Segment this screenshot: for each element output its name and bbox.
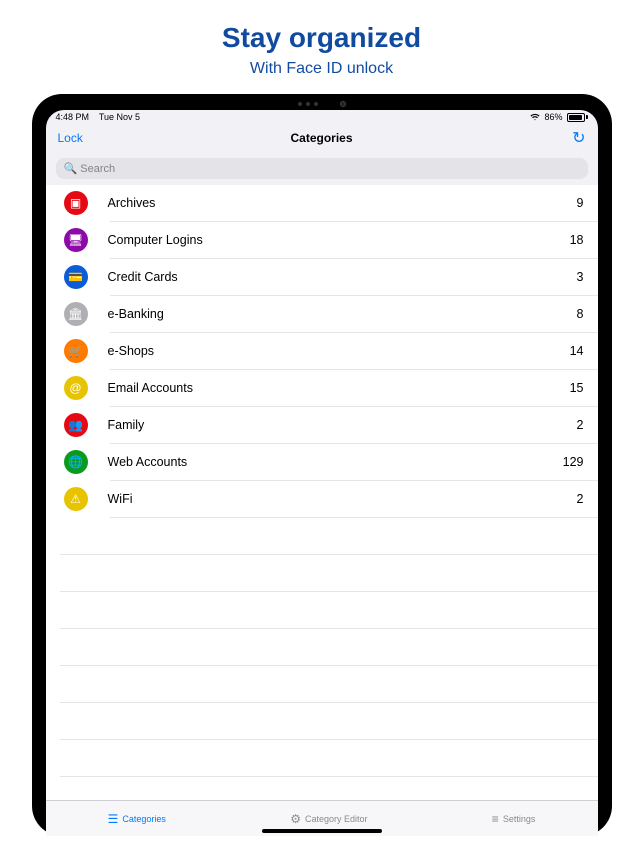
- banner-title: Stay organized: [0, 22, 643, 54]
- family-icon: 👥: [64, 413, 88, 437]
- lock-button[interactable]: Lock: [58, 131, 83, 145]
- category-count: 15: [570, 381, 584, 395]
- category-count: 3: [577, 270, 584, 284]
- page-title: Categories: [290, 131, 352, 145]
- category-label: e-Shops: [108, 344, 570, 358]
- empty-row: [46, 666, 598, 702]
- category-row[interactable]: 🛒 e-Shops14: [46, 333, 598, 369]
- empty-row: [46, 518, 598, 554]
- editor-icon: ⚙: [290, 812, 301, 826]
- device-screen: 4:48 PM Tue Nov 5 86% Lock Categories ↻ …: [46, 110, 598, 836]
- status-time: 4:48 PM: [56, 112, 90, 122]
- empty-row: [46, 629, 598, 665]
- category-label: Email Accounts: [108, 381, 570, 395]
- category-list[interactable]: ▣ Archives9 🖥 Computer Logins18 💳 Credit Card…: [46, 185, 598, 800]
- wifi-status-icon: [530, 112, 540, 122]
- tab-categories[interactable]: ☰Categories: [108, 812, 166, 826]
- cart-icon: 🛒: [64, 339, 88, 363]
- category-count: 129: [563, 455, 584, 469]
- category-row[interactable]: ▣ Archives9: [46, 185, 598, 221]
- category-row[interactable]: ⚠ WiFi2: [46, 481, 598, 517]
- battery-icon: [567, 113, 588, 122]
- bank-icon: 🏛: [64, 302, 88, 326]
- battery-percent: 86%: [544, 112, 562, 122]
- category-label: Archives: [108, 196, 577, 210]
- tab-settings[interactable]: ≡ Settings: [492, 812, 536, 826]
- category-label: Computer Logins: [108, 233, 570, 247]
- ipad-frame: 4:48 PM Tue Nov 5 86% Lock Categories ↻ …: [32, 94, 612, 836]
- at-icon: @: [64, 376, 88, 400]
- tab-category-editor[interactable]: ⚙ Category Editor: [290, 812, 367, 826]
- category-count: 8: [577, 307, 584, 321]
- search-icon: 🔍: [64, 163, 78, 175]
- banner-subtitle: With Face ID unlock: [0, 60, 643, 78]
- category-row[interactable]: 🌐 Web Accounts129: [46, 444, 598, 480]
- archive-icon: ▣: [64, 191, 88, 215]
- category-count: 14: [570, 344, 584, 358]
- category-label: WiFi: [108, 492, 577, 506]
- list-icon: ☰: [108, 812, 119, 826]
- home-indicator[interactable]: [262, 829, 382, 833]
- device-sensors: [298, 101, 346, 107]
- category-row[interactable]: 👥 Family2: [46, 407, 598, 443]
- tab-label: Settings: [503, 814, 536, 824]
- category-label: e-Banking: [108, 307, 577, 321]
- wifi-icon: ⚠: [64, 487, 88, 511]
- category-row[interactable]: 💳 Credit Cards3: [46, 259, 598, 295]
- category-label: Credit Cards: [108, 270, 577, 284]
- refresh-button[interactable]: ↻: [572, 128, 585, 148]
- category-label: Web Accounts: [108, 455, 563, 469]
- empty-row: [46, 777, 598, 800]
- category-count: 18: [570, 233, 584, 247]
- category-count: 2: [577, 492, 584, 506]
- computer-icon: 🖥: [64, 228, 88, 252]
- empty-row: [46, 740, 598, 776]
- tab-label: Category Editor: [305, 814, 368, 824]
- empty-row: [46, 703, 598, 739]
- empty-row: [46, 555, 598, 591]
- category-row[interactable]: 🏛 e-Banking8: [46, 296, 598, 332]
- status-bar: 4:48 PM Tue Nov 5 86%: [46, 110, 598, 122]
- nav-bar: Lock Categories ↻: [46, 122, 598, 156]
- category-count: 9: [577, 196, 584, 210]
- search-placeholder: Search: [80, 163, 115, 175]
- category-count: 2: [577, 418, 584, 432]
- status-date: Tue Nov 5: [99, 112, 140, 122]
- category-row[interactable]: @ Email Accounts15: [46, 370, 598, 406]
- category-row[interactable]: 🖥 Computer Logins18: [46, 222, 598, 258]
- card-icon: 💳: [64, 265, 88, 289]
- marketing-banner: Stay organized With Face ID unlock: [0, 0, 643, 94]
- globe-icon: 🌐: [64, 450, 88, 474]
- sliders-icon: ≡: [492, 812, 499, 826]
- search-input[interactable]: 🔍 Search: [56, 158, 588, 179]
- category-label: Family: [108, 418, 577, 432]
- empty-row: [46, 592, 598, 628]
- tab-label: Categories: [122, 814, 166, 824]
